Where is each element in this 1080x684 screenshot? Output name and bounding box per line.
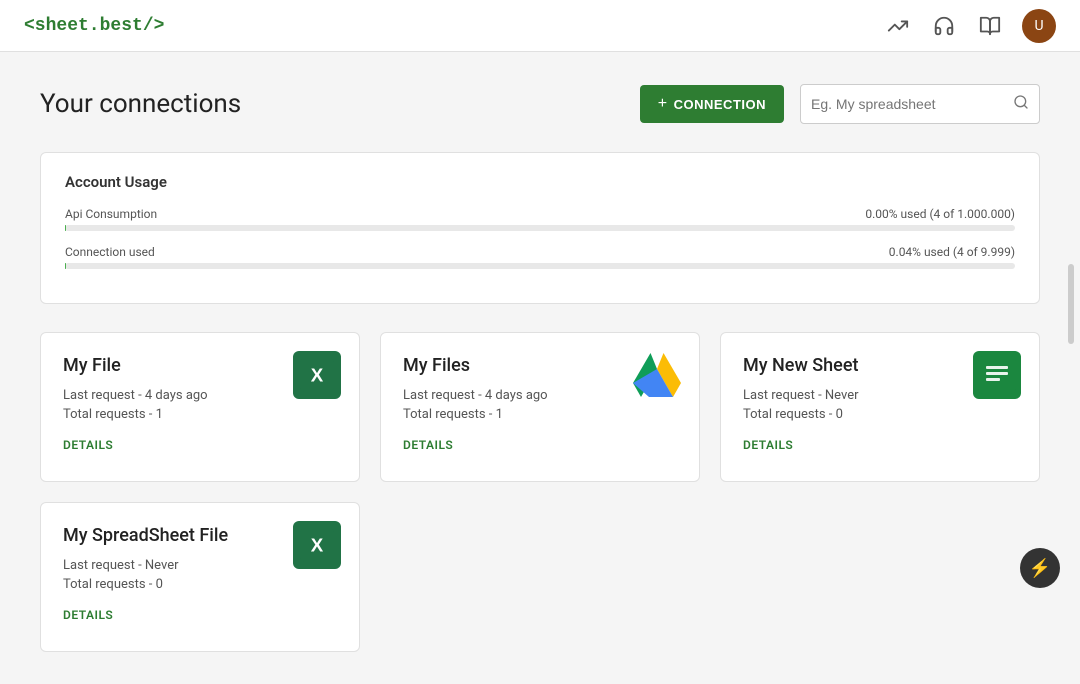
book-icon[interactable] [976, 12, 1004, 40]
header-right: + CONNECTION [640, 84, 1040, 124]
brand-logo[interactable]: <sheet.best/> [24, 16, 164, 36]
avatar[interactable]: U [1022, 9, 1056, 43]
excel-icon: X [293, 521, 341, 569]
excel-icon: X [293, 351, 341, 399]
connection-used-row: Connection used 0.04% used (4 of 9.999) [65, 245, 1015, 269]
card-details-button[interactable]: DETAILS [63, 608, 337, 622]
card-details-button[interactable]: DETAILS [403, 438, 677, 452]
connection-used-bar-bg [65, 263, 1015, 269]
account-usage-card: Account Usage Api Consumption 0.00% used… [40, 152, 1040, 304]
connection-used-value: 0.04% used (4 of 9.999) [889, 245, 1015, 259]
connection-used-label: Connection used [65, 245, 155, 259]
connection-card: My File X Last request - 4 days ago Tota… [40, 332, 360, 482]
gdrive-icon [633, 351, 681, 399]
gsheets-icon [973, 351, 1021, 399]
connections-grid: My File X Last request - 4 days ago Tota… [40, 332, 1040, 652]
connection-card: My SpreadSheet File X Last request - Nev… [40, 502, 360, 652]
headphone-icon[interactable] [930, 12, 958, 40]
connection-card: My New Sheet Last request - Never Total … [720, 332, 1040, 482]
api-consumption-row: Api Consumption 0.00% used (4 of 1.000.0… [65, 207, 1015, 231]
card-icon [633, 351, 681, 399]
card-total-requests: Total requests - 0 [743, 407, 1017, 422]
add-connection-button[interactable]: + CONNECTION [640, 85, 784, 123]
navbar: <sheet.best/> U [0, 0, 1080, 52]
page-title: Your connections [40, 89, 241, 119]
card-icon: X [293, 521, 341, 569]
connection-card: My Files Last request - 4 days ago Total… [380, 332, 700, 482]
plus-icon: + [658, 95, 668, 113]
card-details-button[interactable]: DETAILS [63, 438, 337, 452]
fab-button[interactable]: ⚡ [1020, 548, 1060, 588]
card-total-requests: Total requests - 1 [403, 407, 677, 422]
trend-icon[interactable] [884, 12, 912, 40]
card-total-requests: Total requests - 0 [63, 577, 337, 592]
scrollbar[interactable] [1068, 264, 1074, 344]
card-details-button[interactable]: DETAILS [743, 438, 1017, 452]
page-header: Your connections + CONNECTION [40, 84, 1040, 124]
main-content: Your connections + CONNECTION Account Us… [0, 52, 1080, 684]
api-consumption-label: Api Consumption [65, 207, 157, 221]
svg-text:X: X [311, 364, 324, 385]
search-icon[interactable] [1013, 94, 1029, 114]
search-box [800, 84, 1040, 124]
search-input[interactable] [811, 96, 1013, 112]
api-consumption-bar-bg [65, 225, 1015, 231]
svg-text:X: X [311, 534, 324, 555]
usage-title: Account Usage [65, 173, 1015, 191]
card-total-requests: Total requests - 1 [63, 407, 337, 422]
api-consumption-value: 0.00% used (4 of 1.000.000) [865, 207, 1015, 221]
card-icon [973, 351, 1021, 399]
connection-button-label: CONNECTION [674, 97, 766, 112]
navbar-icons: U [884, 9, 1056, 43]
card-icon: X [293, 351, 341, 399]
